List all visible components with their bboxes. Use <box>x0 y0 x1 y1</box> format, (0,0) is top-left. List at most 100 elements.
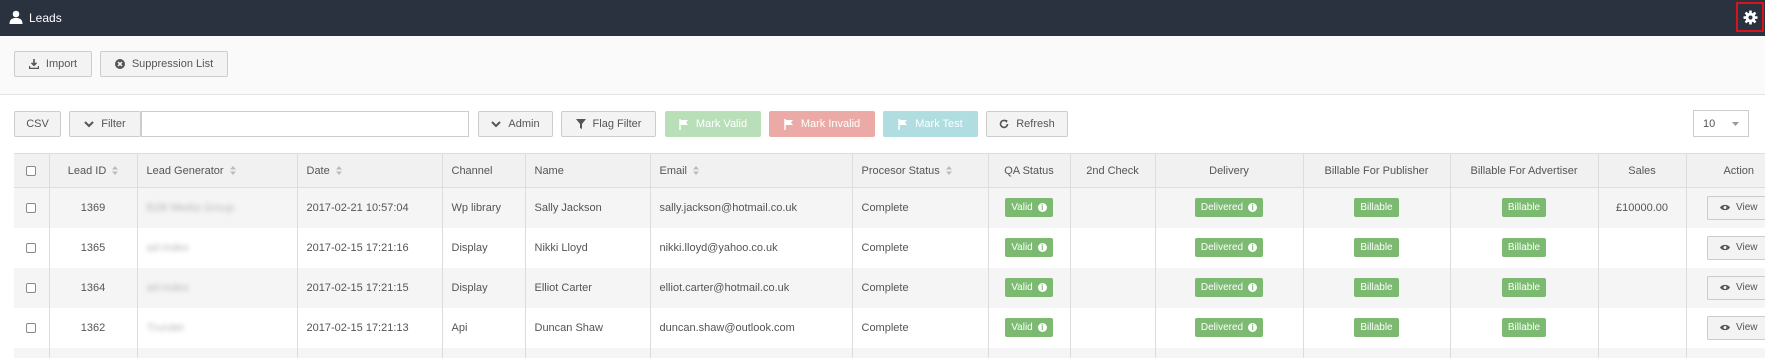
qa-status-cell: Valid i <box>988 307 1071 348</box>
lead-generator-cell: Trunder <box>137 307 298 348</box>
email-cell: sally.jackson@hotmail.co.uk <box>650 187 853 228</box>
row-select-cell <box>14 187 50 228</box>
admin-dropdown[interactable]: Admin <box>478 111 553 137</box>
row-checkbox[interactable] <box>26 242 37 253</box>
close-circle-icon <box>114 59 125 69</box>
mark-invalid-button[interactable]: Mark Invalid <box>769 111 875 137</box>
processor-status-cell: Complete <box>852 307 989 348</box>
row-select-cell <box>14 307 50 348</box>
suppression-list-button[interactable]: Suppression List <box>100 51 228 77</box>
delivery-badge[interactable]: Delivered i <box>1194 198 1264 218</box>
mark-invalid-label: Mark Invalid <box>800 118 861 130</box>
eye-icon <box>1720 284 1730 291</box>
filter-label: Filter <box>101 118 126 130</box>
view-button[interactable]: View <box>1707 235 1765 260</box>
qa-status-badge[interactable]: Valid i <box>1005 198 1053 218</box>
qa-status-badge[interactable]: Valid i <box>1005 318 1053 337</box>
column-label: Lead Generator <box>146 164 224 177</box>
second-check-cell <box>1070 187 1156 228</box>
column-header-qa-status: QA Status <box>988 153 1071 188</box>
view-label: View <box>1736 202 1758 214</box>
channel-cell: Display <box>442 227 526 268</box>
mark-test-label: Mark Test <box>915 118 963 130</box>
processor-status-cell: Complete <box>852 187 989 228</box>
name-cell: Sally Jackson <box>525 187 651 228</box>
settings-button[interactable] <box>1736 2 1764 32</box>
qa-status-badge[interactable]: Valid i <box>1005 278 1053 297</box>
billable-advertiser-badge: Billable <box>1501 198 1547 218</box>
eye-icon <box>1720 324 1730 331</box>
flag-filter-label: Flag Filter <box>592 118 642 130</box>
table-cell <box>442 347 526 358</box>
channel-cell: Api <box>442 307 526 348</box>
name-cell: Duncan Shaw <box>525 307 651 348</box>
view-button[interactable]: View <box>1707 275 1765 300</box>
action-cell: View <box>1686 228 1765 268</box>
column-header-processor-status[interactable]: Procesor Status <box>852 153 989 188</box>
lead-generator-cell: B2B Media Group <box>137 187 298 228</box>
eye-icon <box>1720 205 1730 211</box>
table-header-row: Lead ID Lead Generator Date Channel Name… <box>14 153 1765 188</box>
row-checkbox[interactable] <box>26 282 37 293</box>
flag-icon <box>679 118 688 130</box>
sort-icon <box>335 166 342 176</box>
billable-advertiser-cell: Billable <box>1450 307 1599 348</box>
refresh-icon <box>999 119 1009 129</box>
sort-icon <box>112 166 119 176</box>
lead-generator-cell: ad-index <box>137 267 298 308</box>
billable-publisher-cell: Billable <box>1303 267 1451 308</box>
column-header-lead-generator[interactable]: Lead Generator <box>137 153 298 188</box>
sales-cell: £10000.00 <box>1598 187 1687 228</box>
qa-status-cell: Valid i <box>988 267 1071 308</box>
table-cell <box>1070 347 1156 358</box>
column-header-second-check: 2nd Check <box>1070 153 1156 188</box>
billable-publisher-badge: Billable <box>1354 278 1399 297</box>
column-label: Channel <box>451 164 493 177</box>
lead-generator-value: Trunder <box>146 321 185 334</box>
chevron-down-icon <box>491 120 502 127</box>
info-icon: i <box>1037 203 1047 213</box>
leads-table: Lead ID Lead Generator Date Channel Name… <box>14 153 1765 358</box>
column-label: Delivery <box>1209 164 1249 177</box>
table-row: 1364 ad-index 2017-02-15 17:21:15 Displa… <box>14 267 1765 308</box>
qa-status-label: Valid <box>1011 242 1033 253</box>
column-header-email[interactable]: Email <box>650 153 853 188</box>
filter-toggle-button[interactable]: Filter <box>69 111 141 137</box>
column-header-date[interactable]: Date <box>297 153 443 188</box>
qa-status-label: Valid <box>1011 202 1033 214</box>
lead-id-cell: 1365 <box>49 227 138 268</box>
row-checkbox[interactable] <box>26 322 37 333</box>
column-header-lead-id[interactable]: Lead ID <box>49 153 138 188</box>
mark-test-button[interactable]: Mark Test <box>883 111 978 137</box>
view-button[interactable]: View <box>1707 315 1765 340</box>
flag-filter-button[interactable]: Flag Filter <box>561 111 656 137</box>
table-cell <box>1303 347 1451 358</box>
column-label: Sales <box>1628 164 1656 177</box>
qa-status-badge[interactable]: Valid i <box>1005 238 1053 257</box>
delivery-badge[interactable]: Delivered i <box>1194 318 1264 337</box>
delivery-badge[interactable]: Delivered i <box>1194 278 1264 297</box>
column-label: Billable For Publisher <box>1324 164 1429 177</box>
info-icon: i <box>1248 283 1258 292</box>
view-button[interactable]: View <box>1707 195 1765 220</box>
mark-valid-button[interactable]: Mark Valid <box>665 111 761 137</box>
row-checkbox[interactable] <box>26 202 37 213</box>
delivery-badge[interactable]: Delivered i <box>1194 238 1264 257</box>
date-cell: 2017-02-15 17:21:16 <box>297 227 443 268</box>
per-page-select[interactable]: 10 <box>1693 110 1749 137</box>
filter-input[interactable] <box>141 111 469 137</box>
info-icon: i <box>1037 323 1047 332</box>
column-label: 2nd Check <box>1086 164 1139 177</box>
table-row: 1369 B2B Media Group 2017-02-21 10:57:04… <box>14 187 1765 228</box>
table-cell <box>988 347 1071 358</box>
table-row: 1362 Trunder 2017-02-15 17:21:13 Api Dun… <box>14 307 1765 348</box>
chevron-down-icon <box>84 120 94 127</box>
import-button[interactable]: Import <box>14 51 92 77</box>
info-icon: i <box>1037 243 1047 252</box>
refresh-button[interactable]: Refresh <box>986 111 1068 137</box>
select-all-checkbox[interactable] <box>26 165 37 176</box>
email-cell: duncan.shaw@outlook.com <box>650 307 853 348</box>
lead-id-cell: 1362 <box>49 307 138 348</box>
action-cell: View <box>1686 268 1765 308</box>
csv-button[interactable]: CSV <box>14 111 61 137</box>
